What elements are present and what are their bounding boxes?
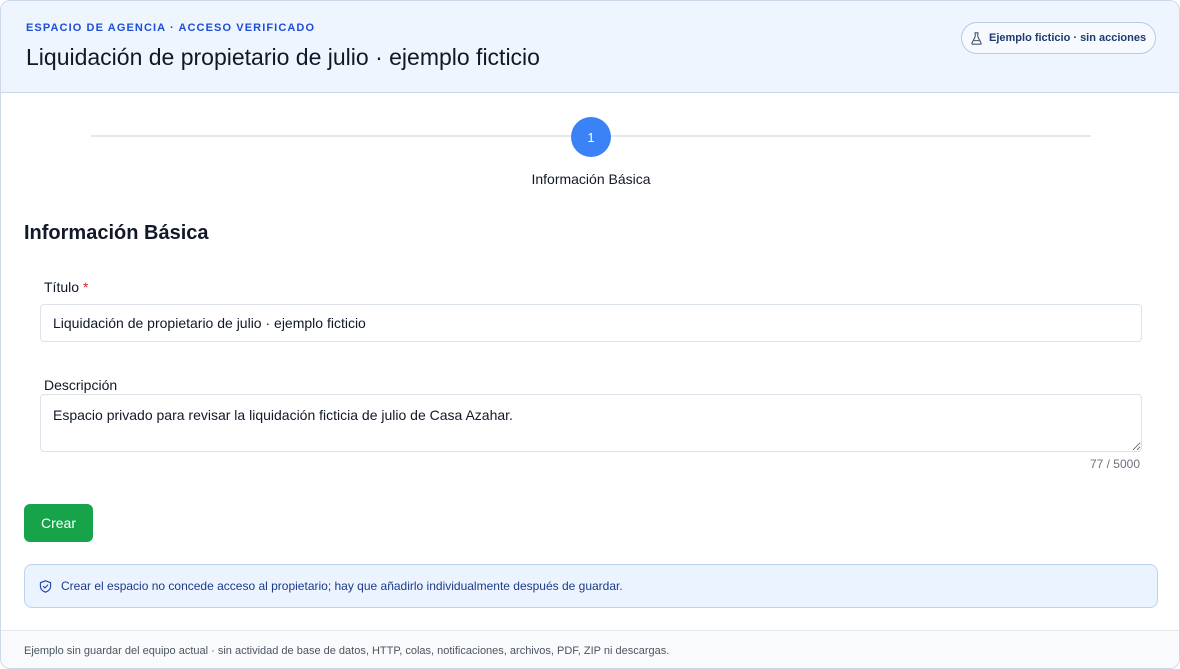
title-field-label: Título * xyxy=(44,279,88,295)
shield-check-icon xyxy=(39,579,52,593)
character-counter: 77 / 5000 xyxy=(1089,457,1140,471)
required-marker: * xyxy=(83,279,89,295)
title-label-text: Título xyxy=(44,279,80,295)
page-title: Liquidación de propietario de julio · ej… xyxy=(26,44,540,70)
flask-icon xyxy=(971,31,982,45)
workspace-eyebrow: ESPACIO DE AGENCIA · ACCESO VERIFICADO xyxy=(26,22,316,34)
access-notice-text: Crear el espacio no concede acceso al pr… xyxy=(61,579,623,593)
section-title: Información Básica xyxy=(24,222,209,244)
footer-disclaimer: Ejemplo sin guardar del equipo actual · … xyxy=(1,630,1179,668)
title-input[interactable] xyxy=(40,304,1142,342)
description-field-label: Descripción xyxy=(44,377,118,393)
step-1-indicator[interactable]: 1 xyxy=(571,117,611,157)
example-badge-label: Ejemplo ficticio · sin acciones xyxy=(989,32,1147,44)
app-window: ESPACIO DE AGENCIA · ACCESO VERIFICADO L… xyxy=(0,0,1180,669)
create-button[interactable]: Crear xyxy=(24,504,93,542)
example-badge: Ejemplo ficticio · sin acciones xyxy=(961,22,1156,54)
step-1-label: Información Básica xyxy=(531,171,651,187)
access-notice: Crear el espacio no concede acceso al pr… xyxy=(24,564,1158,608)
description-textarea[interactable]: Espacio privado para revisar la liquidac… xyxy=(40,394,1142,452)
page-header: ESPACIO DE AGENCIA · ACCESO VERIFICADO L… xyxy=(1,1,1179,93)
